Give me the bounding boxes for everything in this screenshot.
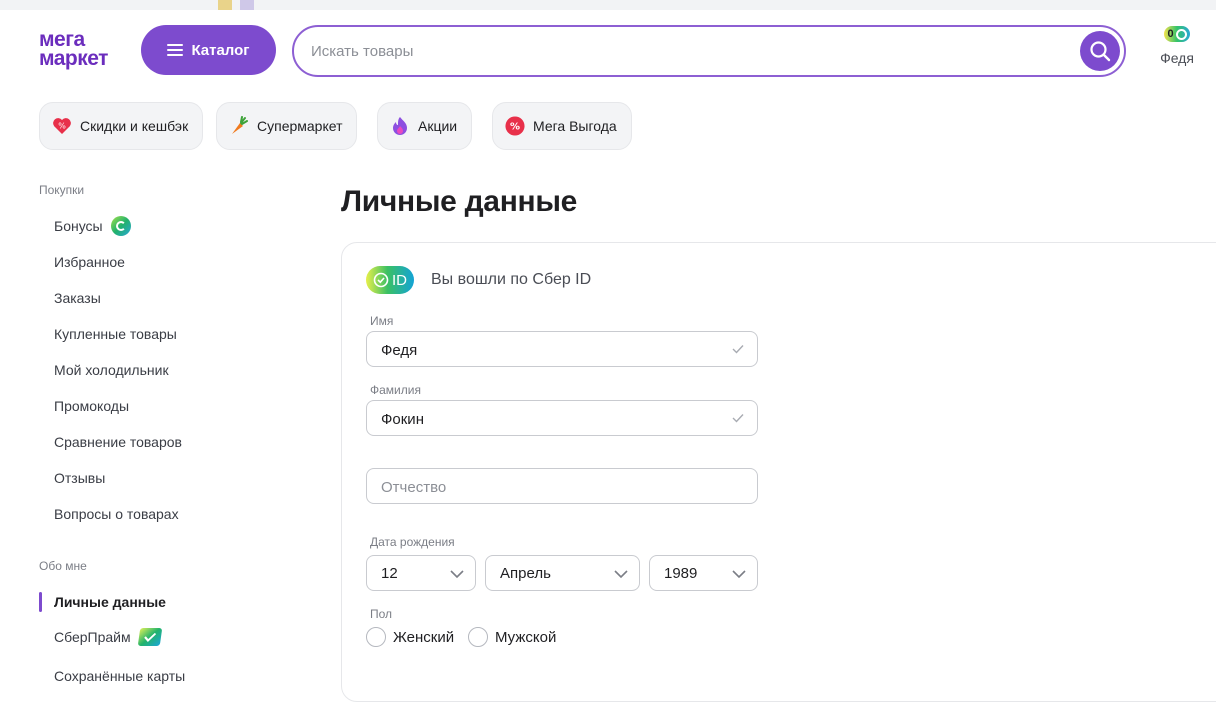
top-strip: [0, 0, 1216, 10]
chip-supermarket[interactable]: Супермаркет: [216, 102, 358, 150]
sidebar-item-label: Мой холодильник: [54, 362, 169, 378]
sidebar-item-orders[interactable]: Заказы: [54, 290, 101, 306]
sidebar-item-label: Избранное: [54, 254, 125, 270]
last-name-input[interactable]: [381, 409, 711, 429]
sber-id-label: ID: [392, 271, 407, 289]
gender-label: Пол: [370, 607, 393, 621]
birth-day-select[interactable]: 12: [366, 555, 476, 591]
sidebar-item-label: СберПрайм: [54, 629, 131, 645]
sidebar-item-label: Заказы: [54, 290, 101, 306]
sidebar-item-favorites[interactable]: Избранное: [54, 254, 125, 270]
chevron-down-icon: [450, 570, 464, 579]
sidebar-item-sberprime[interactable]: СберПрайм: [54, 628, 162, 646]
svg-text:%: %: [58, 122, 66, 131]
chip-discounts-cashback[interactable]: % Скидки и кешбэк: [39, 102, 204, 150]
carrot-icon: [229, 116, 249, 136]
sidebar-item-promocodes[interactable]: Промокоды: [54, 398, 129, 414]
sidebar-item-personal-data[interactable]: Личные данные: [54, 594, 166, 610]
sidebar-item-label: Личные данные: [54, 594, 166, 610]
birth-year-select[interactable]: 1989: [649, 555, 758, 591]
active-indicator: [39, 592, 42, 612]
page-title: Личные данные: [341, 185, 578, 218]
birth-date-label: Дата рождения: [370, 535, 455, 549]
check-icon: [732, 345, 744, 354]
check-icon: [732, 414, 744, 423]
sberprime-icon: [137, 628, 162, 646]
sidebar-item-compare[interactable]: Сравнение товаров: [54, 434, 182, 450]
gender-male-option[interactable]: Мужской: [468, 627, 556, 647]
percent-circle-icon: %: [505, 116, 525, 136]
gender-female-option[interactable]: Женский: [366, 627, 454, 647]
check-circle-icon: [373, 272, 389, 288]
sidebar-item-saved-cards[interactable]: Сохранённые карты: [54, 668, 185, 684]
sidebar-item-questions[interactable]: Вопросы о товарах: [54, 506, 179, 522]
sidebar-item-label: Купленные товары: [54, 326, 177, 342]
flame-icon: [390, 116, 410, 136]
sidebar-item-label: Отзывы: [54, 470, 106, 486]
last-name-field: [366, 400, 758, 436]
gender-male-label: Мужской: [495, 628, 557, 646]
heart-percent-icon: %: [52, 116, 72, 136]
bonus-icon: [110, 216, 131, 236]
first-name-field: [366, 331, 758, 367]
radio-button[interactable]: [366, 627, 386, 647]
bonus-balance-value: 0: [1167, 28, 1174, 40]
chevron-down-icon: [614, 570, 628, 579]
search-icon: [1090, 41, 1111, 62]
birth-month-value: Апрель: [500, 564, 551, 582]
bonus-icon: [1175, 28, 1187, 40]
bonus-balance-badge: 0: [1164, 26, 1190, 42]
promo-decoration: [218, 0, 270, 10]
sidebar-item-label: Промокоды: [54, 398, 130, 414]
sidebar-item-bonuses[interactable]: Бонусы: [54, 216, 131, 236]
logo-line-2: маркет: [39, 47, 108, 70]
megamarket-logo[interactable]: мега маркет: [39, 29, 131, 70]
menu-icon: [167, 44, 184, 56]
sidebar-section-about: Обо мне: [39, 559, 87, 573]
chip-label: Супермаркет: [257, 118, 343, 134]
sidebar-item-label: Бонусы: [54, 218, 103, 234]
sidebar-item-label: Сравнение товаров: [54, 434, 182, 450]
radio-button[interactable]: [468, 627, 488, 647]
chip-mega-benefit[interactable]: % Мега Выгода: [492, 102, 632, 150]
birth-month-select[interactable]: Апрель: [485, 555, 640, 591]
chip-label: Акции: [418, 118, 458, 134]
birth-year-value: 1989: [664, 564, 698, 582]
user-menu[interactable]: 0 Федя: [1155, 24, 1199, 66]
sidebar-item-my-fridge[interactable]: Мой холодильник: [54, 362, 169, 378]
first-name-label: Имя: [370, 314, 394, 328]
search-input[interactable]: [311, 39, 1071, 63]
sidebar-item-reviews[interactable]: Отзывы: [54, 470, 105, 486]
svg-text:%: %: [510, 122, 520, 133]
chip-promotions[interactable]: Акции: [377, 102, 473, 150]
sidebar-item-purchased-goods[interactable]: Купленные товары: [54, 326, 177, 342]
sber-login-text: Вы вошли по Сбер ID: [431, 271, 592, 288]
sidebar-item-label: Сохранённые карты: [54, 668, 186, 684]
sidebar-item-label: Вопросы о товарах: [54, 506, 179, 522]
patronymic-field: [366, 468, 758, 504]
user-name: Федя: [1160, 50, 1194, 66]
search-bar: [292, 25, 1126, 77]
chevron-down-icon: [732, 570, 746, 579]
sber-id-badge: ID: [366, 266, 414, 294]
birth-day-value: 12: [381, 564, 398, 582]
last-name-label: Фамилия: [370, 383, 421, 397]
gender-female-label: Женский: [393, 628, 455, 646]
catalog-button[interactable]: Каталог: [141, 25, 276, 75]
chip-label: Мега Выгода: [533, 118, 617, 134]
chip-label: Скидки и кешбэк: [80, 118, 189, 134]
first-name-input[interactable]: [381, 340, 711, 360]
search-button[interactable]: [1080, 31, 1120, 71]
catalog-label: Каталог: [191, 41, 250, 59]
sidebar-section-purchases: Покупки: [39, 183, 85, 197]
patronymic-input[interactable]: [381, 477, 711, 497]
